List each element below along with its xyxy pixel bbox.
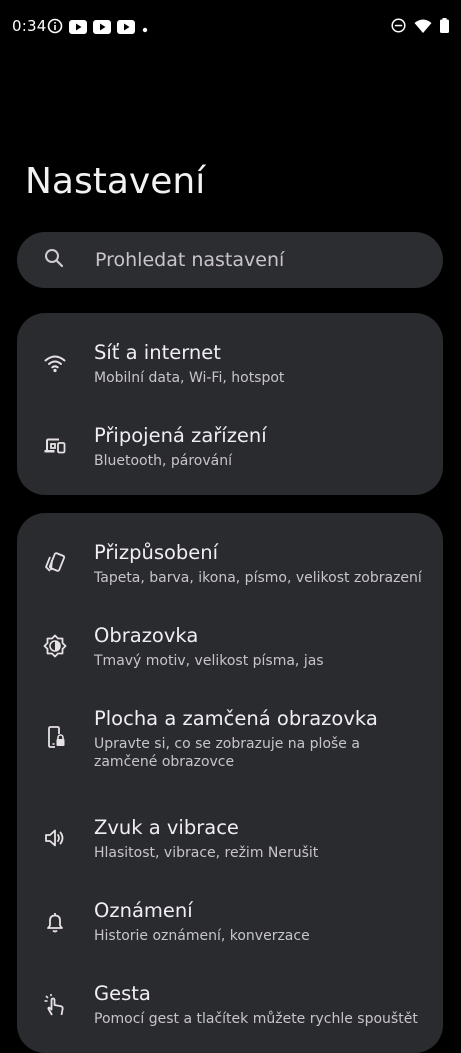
settings-item-notifications[interactable]: Oznámení Historie oznámení, konverzace (17, 878, 443, 961)
item-title: Přizpůsobení (94, 541, 219, 564)
gesture-icon (43, 993, 67, 1017)
settings-item-network[interactable]: Síť a internet Mobilní data, Wi-Fi, hots… (17, 313, 443, 404)
item-subtitle: Bluetooth, párování (94, 453, 232, 469)
settings-group-connectivity: Síť a internet Mobilní data, Wi-Fi, hots… (17, 313, 443, 495)
item-title: Plocha a zamčená obrazovka (94, 707, 378, 730)
item-subtitle: Mobilní data, Wi-Fi, hotspot (94, 370, 285, 386)
settings-item-connected-devices[interactable]: Připojená zařízení Bluetooth, párování (17, 404, 443, 495)
more-notifications-dot-icon (141, 19, 149, 38)
item-title: Síť a internet (94, 341, 221, 364)
status-notification-icons (47, 18, 149, 38)
page-title: Nastavení (25, 161, 206, 202)
item-subtitle: Upravte si, co se zobrazuje na ploše a z… (94, 736, 360, 770)
item-title: Obrazovka (94, 624, 199, 647)
settings-item-personalization[interactable]: Přizpůsobení Tapeta, barva, ikona, písmo… (17, 513, 443, 613)
item-title: Oznámení (94, 899, 193, 922)
settings-item-sound[interactable]: Zvuk a vibrace Hlasitost, vibrace, režim… (17, 795, 443, 878)
status-bar: 0:34 (0, 0, 461, 52)
do-not-disturb-icon (391, 18, 406, 37)
wifi-signal-icon (414, 18, 432, 37)
item-subtitle: Tmavý motiv, velikost písma, jas (94, 653, 324, 669)
item-subtitle: Historie oznámení, konverzace (94, 928, 310, 944)
item-title: Zvuk a vibrace (94, 816, 239, 839)
item-subtitle: Hlasitost, vibrace, režim Nerušit (94, 845, 319, 861)
settings-item-display[interactable]: Obrazovka Tmavý motiv, velikost písma, j… (17, 613, 443, 695)
brightness-icon (43, 634, 67, 658)
battery-icon (440, 18, 449, 37)
connected-devices-icon (43, 434, 67, 458)
settings-item-gestures[interactable]: Gesta Pomocí gest a tlačítek můžete rych… (17, 961, 443, 1053)
youtube-icon (69, 19, 87, 38)
info-icon (47, 18, 63, 38)
palette-icon (43, 551, 67, 575)
bell-icon (43, 910, 67, 934)
phone-lock-icon (43, 725, 67, 749)
settings-item-home-lock-screen[interactable]: Plocha a zamčená obrazovka Upravte si, c… (17, 695, 443, 795)
volume-icon (43, 826, 67, 850)
item-title: Připojená zařízení (94, 424, 267, 447)
search-icon (43, 247, 65, 273)
search-bar[interactable]: Prohledat nastavení (17, 232, 443, 288)
item-subtitle: Pomocí gest a tlačítek můžete rychle spo… (94, 1011, 418, 1027)
youtube-icon (117, 19, 135, 38)
youtube-icon (93, 19, 111, 38)
status-time: 0:34 (12, 17, 47, 35)
settings-group-device: Přizpůsobení Tapeta, barva, ikona, písmo… (17, 513, 443, 1053)
status-system-icons (391, 18, 449, 37)
wifi-icon (43, 351, 67, 375)
search-placeholder: Prohledat nastavení (95, 249, 285, 271)
item-title: Gesta (94, 982, 151, 1005)
item-subtitle: Tapeta, barva, ikona, písmo, velikost zo… (94, 570, 422, 586)
